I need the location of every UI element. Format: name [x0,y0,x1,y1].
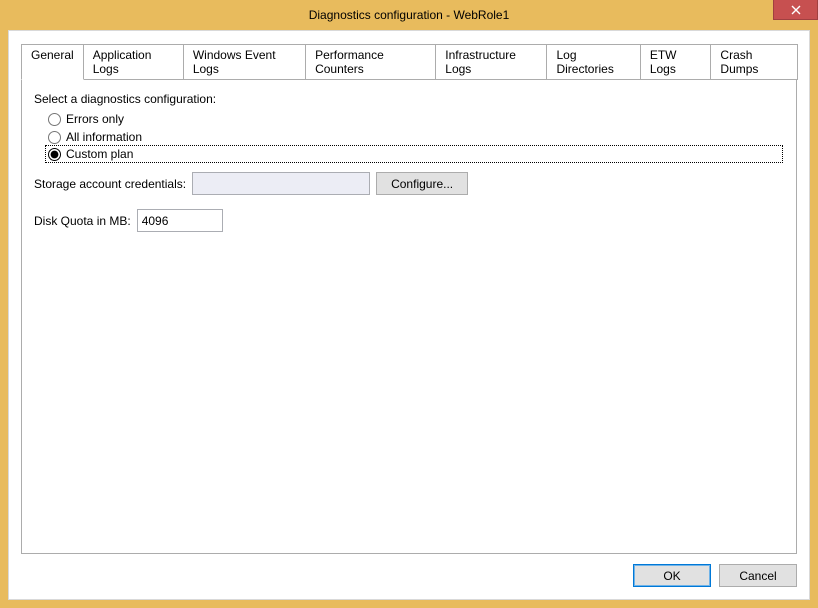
select-config-label: Select a diagnostics configuration: [34,92,784,106]
close-button[interactable] [773,0,818,20]
radio-label-custom-plan: Custom plan [66,147,133,161]
disk-quota-row: Disk Quota in MB: [34,209,784,232]
radio-errors-only[interactable] [48,113,61,126]
close-icon [791,5,801,15]
tab-strip: General Application Logs Windows Event L… [21,44,797,80]
radio-row-all-info[interactable]: All information [46,128,784,146]
cancel-button[interactable]: Cancel [719,564,797,587]
tab-general[interactable]: General [21,44,84,80]
tab-etw-logs[interactable]: ETW Logs [640,44,712,80]
tab-windows-event-logs[interactable]: Windows Event Logs [183,44,306,80]
tab-panel-general: Select a diagnostics configuration: Erro… [21,79,797,554]
radio-all-info[interactable] [48,131,61,144]
dialog-footer: OK Cancel [21,554,797,587]
tab-crash-dumps[interactable]: Crash Dumps [710,44,798,80]
radio-custom-plan[interactable] [48,148,61,161]
tab-performance-counters[interactable]: Performance Counters [305,44,436,80]
radio-row-errors-only[interactable]: Errors only [46,110,784,128]
tab-log-directories[interactable]: Log Directories [546,44,640,80]
ok-button[interactable]: OK [633,564,711,587]
storage-row: Storage account credentials: Configure..… [34,172,784,195]
storage-label: Storage account credentials: [34,177,186,191]
config-radio-group: Errors only All information Custom plan [46,110,784,163]
disk-quota-input[interactable] [137,209,223,232]
titlebar: Diagnostics configuration - WebRole1 [0,0,818,30]
radio-row-custom-plan[interactable]: Custom plan [45,145,783,163]
tab-application-logs[interactable]: Application Logs [83,44,184,80]
radio-label-errors-only: Errors only [66,112,124,126]
window-title: Diagnostics configuration - WebRole1 [0,8,818,22]
disk-quota-label: Disk Quota in MB: [34,214,131,228]
client-area: General Application Logs Windows Event L… [8,30,810,600]
radio-label-all-info: All information [66,130,142,144]
tab-infrastructure-logs[interactable]: Infrastructure Logs [435,44,547,80]
dialog-window: Diagnostics configuration - WebRole1 Gen… [0,0,818,608]
storage-input[interactable] [192,172,370,195]
configure-button[interactable]: Configure... [376,172,468,195]
